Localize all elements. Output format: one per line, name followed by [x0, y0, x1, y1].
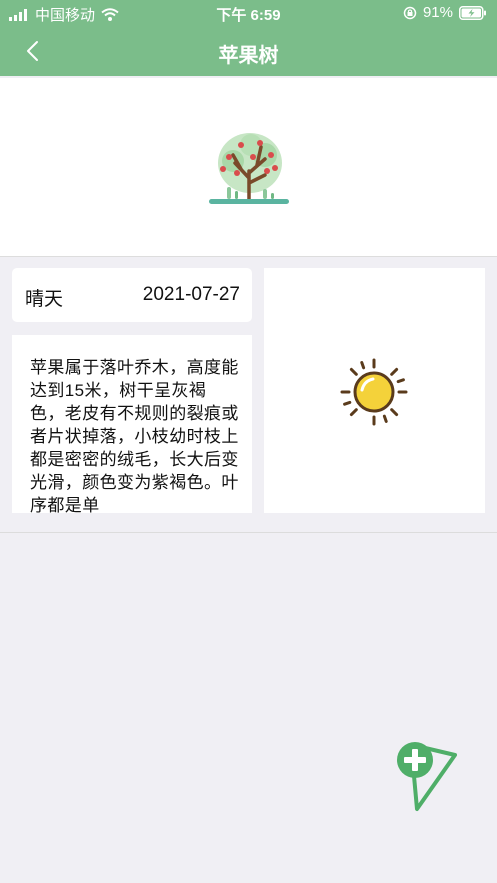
hero-image-area — [0, 78, 497, 257]
battery-percent: 91% — [422, 4, 453, 21]
status-bar: 中国移动 下午 6:59 91% — [0, 0, 497, 26]
apple-tree-icon — [209, 133, 289, 204]
description-card[interactable]: 苹果属于落叶乔木，高度能达到15米，树干呈灰褐色，老皮有不规则的裂痕或者片状掉落… — [12, 335, 252, 513]
add-location-icon[interactable] — [393, 735, 463, 813]
description-text: 苹果属于落叶乔木，高度能达到15米，树干呈灰褐色，老皮有不规则的裂痕或者片状掉落… — [30, 358, 239, 513]
weather-icon-card — [264, 268, 485, 513]
status-right: 91% — [403, 4, 487, 21]
sun-icon — [340, 358, 408, 426]
orientation-lock-icon — [403, 6, 417, 19]
section-divider — [0, 532, 497, 533]
nav-bar: 苹果树 — [0, 26, 497, 76]
date-label: 2021-07-27 — [142, 284, 240, 305]
weather-date-card: 晴天 2021-07-27 — [12, 268, 252, 322]
weather-label: 晴天 — [25, 289, 64, 310]
page-title: 苹果树 — [218, 45, 279, 67]
battery-charging-icon — [459, 5, 486, 20]
